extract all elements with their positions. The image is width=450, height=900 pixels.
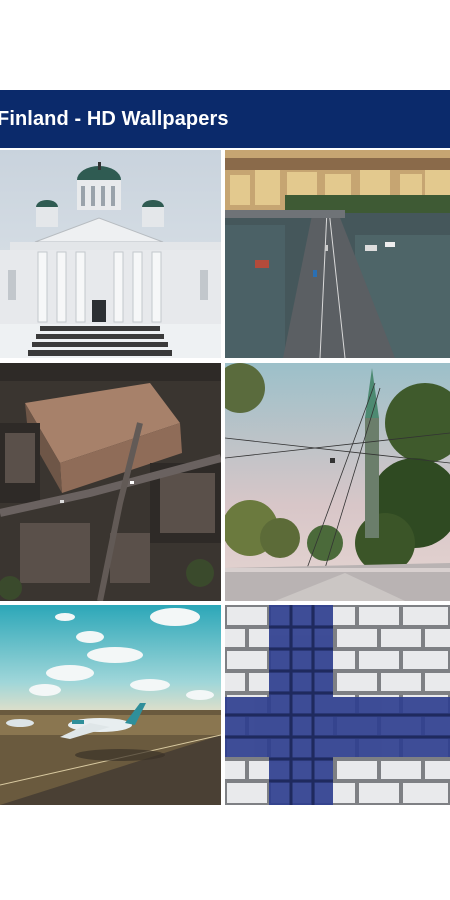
wallpaper-tile-city[interactable] [0,363,221,601]
street-image [225,363,450,601]
wallpaper-tile-street[interactable] [225,363,450,601]
wallpaper-tile-bridge[interactable] [225,150,450,358]
city-aerial-image [0,363,221,601]
wallpaper-tile-flag[interactable] [225,605,450,805]
wallpaper-tile-airplane[interactable] [0,605,221,805]
app-bar: Finland - HD Wallpapers [0,90,450,148]
app-title: Finland - HD Wallpapers [0,107,229,130]
cathedral-image [0,150,221,358]
bridge-image [225,150,450,358]
airplane-image [0,605,221,805]
wallpaper-tile-cathedral[interactable] [0,150,221,358]
flag-brick-image [225,605,450,805]
